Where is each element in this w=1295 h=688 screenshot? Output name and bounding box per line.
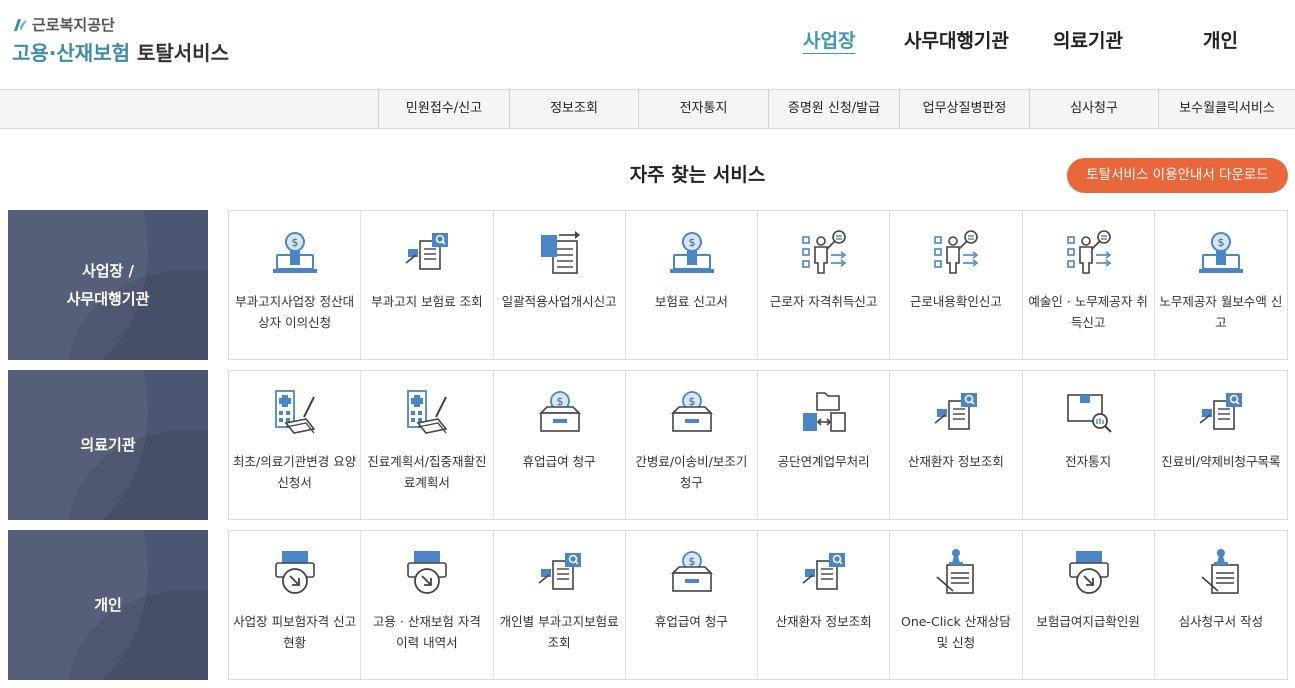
service-tile[interactable]: 보험급여지급확인원	[1022, 531, 1155, 679]
service-tile[interactable]: 근로자 자격취득신고	[758, 211, 891, 359]
service-tile[interactable]: 근로내용확인신고	[890, 211, 1023, 359]
subnav-item-certificate[interactable]: 증명원 신청/발급	[768, 90, 899, 128]
sub-navigation: 민원접수/신고 정보조회 전자통지 증명원 신청/발급 업무상질병판정 심사청구…	[0, 89, 1295, 129]
service-tile[interactable]: 예술인 · 노무제공자 취득신고	[1022, 211, 1155, 359]
service-tile-label: 일괄적용사업개시신고	[501, 294, 617, 309]
document-search-icon	[799, 547, 849, 597]
top-navigation: 사업장 사무대행기관 의료기관 개인	[0, 26, 1295, 56]
coin-box-icon	[667, 547, 717, 597]
service-tile[interactable]: 진료계획서/집중재활진료계획서	[361, 371, 494, 519]
service-tile-label: 개인별 부과고지보험료 조회	[499, 614, 619, 650]
subnav-item-review-request[interactable]: 심사청구	[1029, 90, 1158, 128]
service-tile[interactable]: 최초/의료기관변경 요양신청서	[229, 371, 362, 519]
money-laptop-icon	[270, 227, 320, 277]
site-header: 근로복지공단 고용·산재보험 토탈서비스 사업장 사무대행기관 의료기관 개인	[0, 0, 1295, 88]
service-tile[interactable]: 공단연계업무처리	[758, 371, 891, 519]
stamp-document-icon	[1196, 547, 1246, 597]
service-tile[interactable]: 진료비/약제비청구목록	[1154, 371, 1287, 519]
service-tile-label: 전자통지	[1065, 454, 1112, 469]
topnav-individual[interactable]: 개인	[1203, 26, 1238, 53]
service-grid: 최초/의료기관변경 요양신청서 진료계획서/집중재활진료계획서 휴업급여 청구 간병료…	[228, 370, 1288, 520]
document-search-icon	[1196, 387, 1246, 437]
document-search-icon	[535, 547, 585, 597]
subnav-item-e-notice[interactable]: 전자통지	[638, 90, 768, 128]
printer-arrow-icon	[402, 547, 452, 597]
service-tile[interactable]: 간병료/이송비/보조기 청구	[625, 371, 758, 519]
topnav-agency[interactable]: 사무대행기관	[904, 26, 1009, 53]
service-tile-label: 간병료/이송비/보조기 청구	[635, 454, 748, 490]
service-tile-label: 최초/의료기관변경 요양신청서	[233, 454, 357, 490]
money-laptop-icon	[1196, 227, 1246, 277]
service-tile-label: 진료비/약제비청구목록	[1161, 454, 1281, 469]
service-tile-label: 산재환자 정보조회	[775, 614, 872, 629]
service-tile-label: 보험료 신고서	[654, 294, 728, 309]
service-grid: 부과고지사업장 정산대상자 이의신청 부과고지 보험료 조회 일괄적용사업개시신고 보…	[228, 210, 1288, 360]
service-grid: 사업장 피보험자격 신고현황 고용 · 산재보험 자격 이력 내역서 개인별 부과고…	[228, 530, 1288, 680]
service-tile[interactable]: 부과고지 보험료 조회	[361, 211, 494, 359]
printer-arrow-icon	[1064, 547, 1114, 597]
service-tile-label: 휴업급여 청구	[522, 454, 596, 469]
service-tile[interactable]: 산재환자 정보조회	[758, 531, 891, 679]
service-tile-label: 부과고지사업장 정산대상자 이의신청	[235, 294, 355, 330]
service-tile-label: 노무제공자 월보수액 신고	[1159, 294, 1283, 330]
stamp-document-icon	[931, 547, 981, 597]
service-tile[interactable]: One-Click 산재상담 및 신청	[890, 531, 1023, 679]
service-tile-label: 고용 · 산재보험 자격 이력 내역서	[372, 614, 481, 650]
service-tile[interactable]: 휴업급여 청구	[493, 371, 626, 519]
service-tile-label: 예술인 · 노무제공자 취득신고	[1028, 294, 1148, 330]
printer-arrow-icon	[270, 547, 320, 597]
hospital-document-icon	[270, 387, 320, 437]
service-tile-label: 보험급여지급확인원	[1036, 614, 1140, 629]
topnav-workplace[interactable]: 사업장	[803, 26, 855, 53]
service-tile-label: 진료계획서/집중재활진료계획서	[367, 454, 487, 490]
service-tile[interactable]: 사업장 피보험자격 신고현황	[229, 531, 362, 679]
topnav-medical[interactable]: 의료기관	[1053, 26, 1123, 53]
coin-box-icon	[535, 387, 585, 437]
subnav-item-disease-judgment[interactable]: 업무상질병판정	[899, 90, 1029, 128]
money-laptop-icon	[667, 227, 717, 277]
box-search-icon	[1064, 387, 1114, 437]
subnav-item-civil-complaint[interactable]: 민원접수/신고	[378, 90, 509, 128]
category-label: 의료기관	[80, 436, 136, 454]
presenter-icon	[1064, 227, 1114, 277]
category-label: 사업장 / 사무대행기관	[66, 262, 150, 308]
document-transfer-icon	[535, 227, 585, 277]
service-tile-label: 공단연계업무처리	[777, 454, 870, 469]
coin-box-icon	[667, 387, 717, 437]
service-tile[interactable]: 일괄적용사업개시신고	[493, 211, 626, 359]
service-tile-label: 심사청구서 작성	[1178, 614, 1264, 629]
category-panel: 의료기관	[8, 370, 208, 520]
service-tile-label: 근로내용확인신고	[909, 294, 1002, 309]
category-panel: 개인	[8, 530, 208, 680]
category-panel: 사업장 / 사무대행기관	[8, 210, 208, 360]
service-tile-label: 근로자 자격취득신고	[769, 294, 878, 309]
hospital-document-icon	[402, 387, 452, 437]
subnav-item-one-click-pay[interactable]: 보수월클릭서비스	[1158, 90, 1295, 128]
service-tile-label: 산재환자 정보조회	[907, 454, 1004, 469]
service-row: 의료기관 최초/의료기관변경 요양신청서 진료계획서/집중재활진료계획서 휴업급여 청…	[8, 370, 1288, 520]
subnav-item-info-inquiry[interactable]: 정보조회	[509, 90, 638, 128]
document-search-icon	[402, 227, 452, 277]
service-tile-label: 부과고지 보험료 조회	[371, 294, 483, 309]
download-guide-button[interactable]: 토탈서비스 이용안내서 다운로드	[1067, 158, 1288, 193]
category-label: 개인	[94, 596, 122, 614]
folder-exchange-icon	[799, 387, 849, 437]
service-row: 사업장 / 사무대행기관 부과고지사업장 정산대상자 이의신청 부과고지 보험료 조…	[8, 210, 1288, 360]
service-tile-label: 휴업급여 청구	[654, 614, 728, 629]
service-tile[interactable]: 심사청구서 작성	[1154, 531, 1287, 679]
service-tile[interactable]: 노무제공자 월보수액 신고	[1154, 211, 1287, 359]
service-tile[interactable]: 부과고지사업장 정산대상자 이의신청	[229, 211, 362, 359]
service-row: 개인 사업장 피보험자격 신고현황 고용 · 산재보험 자격 이력 내역서 개인별 부…	[8, 530, 1288, 680]
service-tile-label: One-Click 산재상담 및 신청	[901, 614, 1011, 650]
service-tile[interactable]: 고용 · 산재보험 자격 이력 내역서	[361, 531, 494, 679]
service-tile[interactable]: 산재환자 정보조회	[890, 371, 1023, 519]
service-tile[interactable]: 개인별 부과고지보험료 조회	[493, 531, 626, 679]
service-tile-label: 사업장 피보험자격 신고현황	[233, 614, 357, 650]
presenter-icon	[799, 227, 849, 277]
document-search-icon	[931, 387, 981, 437]
service-tile[interactable]: 전자통지	[1022, 371, 1155, 519]
service-tile[interactable]: 보험료 신고서	[625, 211, 758, 359]
service-tile[interactable]: 휴업급여 청구	[625, 531, 758, 679]
presenter-icon	[931, 227, 981, 277]
